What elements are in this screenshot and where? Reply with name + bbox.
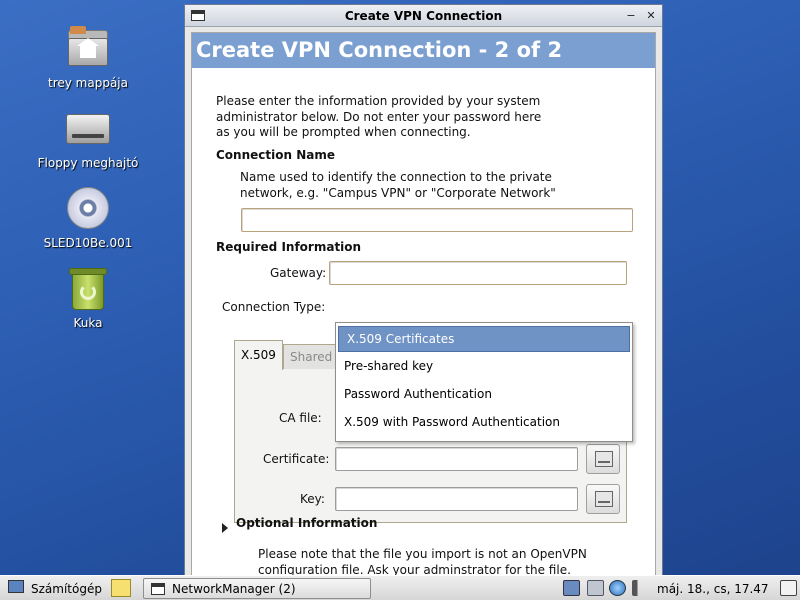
page-heading: Create VPN Connection - 2 of 2	[192, 33, 655, 68]
desktop-icon-label: SLED10Be.001	[43, 236, 133, 250]
desktop-icon-label: Kuka	[73, 316, 103, 330]
connection-type-label: Connection Type:	[222, 300, 326, 314]
window-titlebar[interactable]: Create VPN Connection − ✕	[185, 5, 662, 27]
home-folder-icon	[64, 24, 112, 72]
desktop-icon-home[interactable]: trey mappája	[33, 24, 143, 90]
dropdown-option[interactable]: Pre-shared key	[336, 352, 632, 380]
desktop-icon-trash[interactable]: Kuka	[33, 264, 143, 330]
intro-text: Please enter the information provided by…	[216, 94, 542, 139]
window-title: Create VPN Connection	[344, 9, 503, 23]
file-chooser-icon	[595, 491, 613, 507]
gateway-label: Gateway:	[270, 266, 327, 280]
logout-icon[interactable]	[780, 580, 797, 596]
window-icon	[151, 583, 165, 595]
tab-shared[interactable]: Shared	[283, 344, 340, 369]
taskbar: Számítógép NetworkManager (2) máj. 18., …	[0, 575, 800, 600]
desktop-icon-cd[interactable]: SLED10Be.001	[33, 184, 143, 250]
key-input[interactable]	[335, 487, 578, 511]
printer-icon[interactable]	[587, 580, 604, 596]
connection-type-dropdown[interactable]: X.509 Certificates Pre-shared key Passwo…	[335, 322, 633, 442]
key-label: Key:	[300, 492, 325, 506]
close-icon[interactable]: ✕	[644, 9, 658, 23]
network-icon[interactable]	[563, 580, 580, 596]
show-desktop-icon[interactable]	[111, 579, 131, 597]
dropdown-option[interactable]: X.509 with Password Authentication	[336, 408, 632, 436]
certificate-input[interactable]	[335, 447, 578, 471]
connection-name-help: Name used to identify the connection to …	[240, 170, 556, 200]
connection-name-input[interactable]	[241, 208, 633, 232]
optional-note: Please note that the file you import is …	[258, 547, 587, 577]
desktop-icon-floppy[interactable]: Floppy meghajtó	[33, 104, 143, 170]
taskbar-window-button[interactable]: NetworkManager (2)	[143, 578, 371, 599]
tab-x509[interactable]: X.509	[234, 340, 283, 370]
window-menu-icon[interactable]	[191, 10, 205, 21]
certificate-label: Certificate:	[263, 452, 330, 466]
desktop-icon-label: Floppy meghajtó	[37, 156, 139, 170]
gateway-input[interactable]	[329, 261, 627, 285]
minimize-icon[interactable]: −	[624, 9, 638, 23]
taskbar-window-label: NetworkManager (2)	[172, 582, 296, 596]
certificate-browse-button[interactable]	[586, 444, 620, 474]
volume-icon[interactable]	[632, 580, 646, 596]
required-info-heading: Required Information	[216, 240, 362, 254]
clock[interactable]: máj. 18., cs, 17.47	[657, 579, 769, 599]
dropdown-option[interactable]: Password Authentication	[336, 380, 632, 408]
computer-menu-button[interactable]: Számítógép	[31, 579, 102, 599]
expander-arrow-icon[interactable]	[222, 523, 228, 533]
key-browse-button[interactable]	[586, 484, 620, 514]
globe-icon[interactable]	[609, 580, 626, 596]
ca-file-label: CA file:	[279, 411, 322, 425]
computer-menu-icon[interactable]	[8, 580, 24, 593]
optional-info-expander[interactable]: Optional Information	[236, 516, 377, 532]
dialog-content: Create VPN Connection - 2 of 2 Please en…	[191, 32, 656, 583]
dropdown-option[interactable]: X.509 Certificates	[338, 326, 630, 352]
vpn-dialog-window: Create VPN Connection − ✕ Create VPN Con…	[184, 4, 663, 584]
file-chooser-icon	[595, 451, 613, 467]
trash-icon	[64, 264, 112, 312]
cd-icon	[64, 184, 112, 232]
floppy-drive-icon	[64, 104, 112, 152]
desktop-icon-label: trey mappája	[48, 76, 128, 90]
connection-name-heading: Connection Name	[216, 148, 335, 162]
